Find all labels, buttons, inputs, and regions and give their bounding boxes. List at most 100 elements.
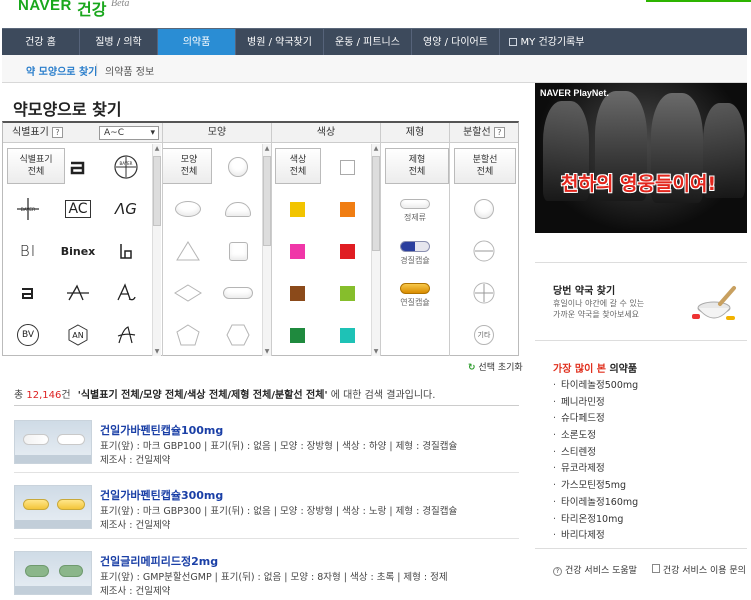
top-viewed-item[interactable]: 슈다페드정: [553, 411, 638, 428]
top-viewed-item[interactable]: 가스모틴정5mg: [553, 478, 638, 495]
mark-a-small[interactable]: [5, 275, 51, 311]
shape-triangle[interactable]: [165, 233, 211, 269]
mark-an[interactable]: AN: [55, 317, 101, 353]
result-name[interactable]: 건일글리메피리드정2mg: [100, 553, 218, 569]
mark-range-select[interactable]: A~C: [99, 126, 159, 140]
result-name[interactable]: 건일가바펜틴캡슐100mg: [100, 422, 223, 438]
naver-logo[interactable]: NAVER: [18, 0, 72, 14]
color-white[interactable]: [324, 149, 370, 185]
color-yellow[interactable]: [274, 191, 320, 227]
top-viewed-item[interactable]: 바리다제정: [553, 528, 638, 545]
color-red[interactable]: [324, 233, 370, 269]
mark-a-swirl[interactable]: [103, 275, 149, 311]
color-green[interactable]: [274, 317, 320, 353]
a-small-logo-icon: [22, 288, 33, 299]
top-viewed-item[interactable]: 타이레놀정500mg: [553, 378, 638, 395]
shape-square[interactable]: [215, 233, 261, 269]
mark-binex[interactable]: Binex: [55, 233, 101, 269]
nav-hospital[interactable]: 병원 / 약국찾기: [236, 29, 324, 56]
mark-ag[interactable]: ΛG: [103, 191, 149, 227]
top-viewed-item[interactable]: 페니라민정: [553, 395, 638, 412]
bayer-cross-icon: BAYER: [114, 155, 138, 179]
scroll-up-arrow[interactable]: ▲: [263, 144, 271, 153]
mark-a-logo[interactable]: [55, 149, 101, 185]
reset-selection-button[interactable]: ↻ 선택 초기화: [468, 360, 523, 373]
mark-a-script[interactable]: [103, 317, 149, 353]
mark-a-dash[interactable]: [55, 275, 101, 311]
form-hard-capsule[interactable]: 경질캡슐: [383, 235, 447, 271]
scroll-thumb[interactable]: [372, 156, 380, 251]
color-all-button[interactable]: 색상 전체: [275, 148, 321, 184]
mark-bi[interactable]: BI: [5, 233, 51, 269]
scroll-thumb[interactable]: [263, 156, 271, 246]
scroll-thumb[interactable]: [153, 156, 161, 226]
top-viewed-item[interactable]: 타리온정10mg: [553, 512, 638, 529]
photo-caption: [15, 520, 91, 528]
help-link[interactable]: 건강 서비스 도움말: [565, 566, 637, 576]
swatch: [339, 243, 355, 259]
nav-medicine[interactable]: 의약품: [158, 29, 236, 56]
scroll-down-arrow[interactable]: ▼: [263, 347, 271, 356]
scroll-up-arrow[interactable]: ▲: [153, 144, 161, 153]
health-logo[interactable]: 건강: [77, 0, 106, 20]
shape-hexagon[interactable]: [215, 317, 261, 353]
top-viewed-item[interactable]: 스티렌정: [553, 445, 638, 462]
help-icon[interactable]: ?: [52, 127, 63, 138]
pill-photo[interactable]: [14, 485, 92, 529]
mark-ac[interactable]: AC: [55, 191, 101, 227]
nav-disease[interactable]: 질병 / 의학: [80, 29, 158, 56]
color-orange[interactable]: [324, 191, 370, 227]
split-cross[interactable]: [452, 275, 516, 311]
split-none[interactable]: [452, 191, 516, 227]
subnav-medicine-info[interactable]: 의약품 정보: [105, 63, 154, 78]
shape-half-circle[interactable]: [215, 191, 261, 227]
scroll-down-arrow[interactable]: ▼: [372, 347, 380, 356]
top-viewed-item[interactable]: 소론도정: [553, 428, 638, 445]
nav-my-record-label: MY 건강기록부: [520, 37, 585, 48]
scroll-down-arrow[interactable]: ▼: [153, 347, 161, 356]
mark-bi-logo[interactable]: [103, 233, 149, 269]
color-pink[interactable]: [274, 233, 320, 269]
top-viewed-list: 타이레놀정500mg 페니라민정 슈다페드정 소론도정 스티렌정 뮤코라제정 가…: [553, 378, 638, 545]
subnav-shape-search[interactable]: 약 모양으로 찾기: [26, 63, 97, 78]
nav-fitness[interactable]: 운동 / 피트니스: [324, 29, 412, 56]
color-light-green[interactable]: [324, 275, 370, 311]
pharmacy-title[interactable]: 당번 약국 찾기: [553, 282, 615, 297]
swatch: [289, 285, 305, 301]
scroll-up-arrow[interactable]: ▲: [372, 144, 380, 153]
playnet-ad-banner[interactable]: NAVER PlayNet. 천하의 영웅들이여!: [535, 83, 747, 233]
split-other[interactable]: 기타: [452, 317, 516, 353]
shape-pentagon[interactable]: [165, 317, 211, 353]
top-viewed-item[interactable]: 타이레놀정160mg: [553, 495, 638, 512]
split-single[interactable]: [452, 233, 516, 269]
pill-photo[interactable]: [14, 420, 92, 464]
form-tablet[interactable]: 정제류: [383, 193, 447, 229]
tablet-image: [25, 565, 49, 577]
form-soft-capsule[interactable]: 연질캡슐: [383, 277, 447, 313]
nav-health-home[interactable]: 건강 홈: [2, 29, 80, 56]
shape-oval[interactable]: [165, 191, 211, 227]
nav-my-record[interactable]: MY 건강기록부: [500, 29, 593, 56]
help-icon[interactable]: ?: [493, 127, 505, 138]
half-circle-shape: [225, 201, 251, 217]
shape-scrollbar[interactable]: ▲ ▼: [262, 144, 271, 356]
color-teal[interactable]: [324, 317, 370, 353]
nav-diet[interactable]: 영양 / 다이어트: [412, 29, 500, 56]
top-viewed-item[interactable]: 뮤코라제정: [553, 461, 638, 478]
pill-photo[interactable]: [14, 551, 92, 595]
shape-diamond[interactable]: [165, 275, 211, 311]
shape-oblong[interactable]: [215, 275, 261, 311]
form-all-button[interactable]: 제형 전체: [385, 148, 449, 184]
mark-bv[interactable]: BV: [5, 317, 51, 353]
color-brown[interactable]: [274, 275, 320, 311]
mark-scrollbar[interactable]: ▲ ▼: [152, 144, 161, 356]
color-scrollbar[interactable]: ▲ ▼: [371, 144, 380, 356]
form-all-line2: 전체: [408, 167, 426, 177]
mark-bayer-1[interactable]: BAYER: [103, 149, 149, 185]
shape-all-button[interactable]: 모양 전체: [163, 148, 212, 184]
result-name[interactable]: 건일가바펜틴캡슐300mg: [100, 487, 223, 503]
shape-circle[interactable]: [215, 149, 261, 185]
inquiry-link[interactable]: 건강 서비스 이용 문의: [663, 566, 746, 576]
mark-bayer-2[interactable]: BAYER: [5, 191, 51, 227]
split-all-button[interactable]: 분할선 전체: [454, 148, 516, 184]
